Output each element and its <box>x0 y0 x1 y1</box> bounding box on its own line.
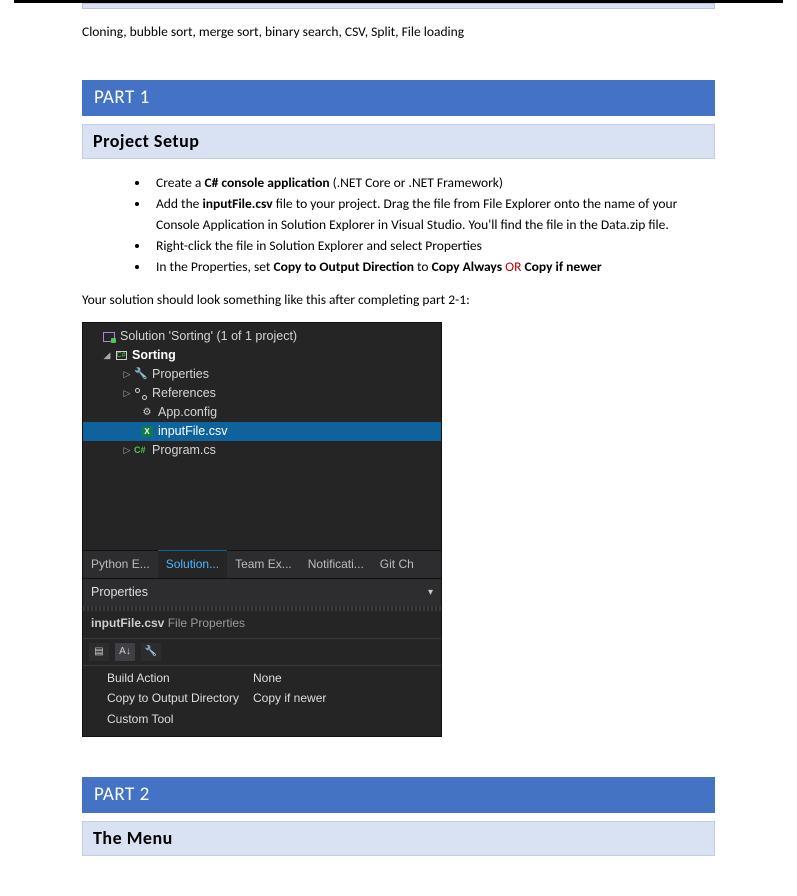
properties-subject-name: inputFile.csv <box>91 616 164 630</box>
chevron-down-icon[interactable]: ▾ <box>428 585 433 601</box>
text: Create a <box>156 174 204 191</box>
solution-icon <box>101 330 117 344</box>
instruction-item: Create a C# console application (.NET Co… <box>150 173 715 193</box>
text: Add the <box>156 195 202 212</box>
tab-python[interactable]: Python E... <box>83 551 158 578</box>
wrench-icon[interactable]: 🔧 <box>141 643 161 661</box>
text-bold: Copy to Output Direction <box>273 258 413 275</box>
property-key: Build Action <box>83 669 253 688</box>
topics-covered-list: Cloning, bubble sort, merge sort, binary… <box>82 23 715 40</box>
text-bold: Copy if newer <box>525 258 602 275</box>
property-value[interactable]: None <box>253 669 282 688</box>
text-bold: C# console application <box>204 174 329 191</box>
references-icon <box>133 387 149 401</box>
properties-title: Properties <box>91 583 148 602</box>
tab-git[interactable]: Git Ch <box>372 551 422 578</box>
csharp-file-icon: C# <box>133 444 149 458</box>
instruction-list: Create a C# console application (.NET Co… <box>82 173 715 277</box>
text-or: OR <box>502 258 524 275</box>
text: to <box>414 258 432 275</box>
project-node[interactable]: ◢ C# Sorting <box>83 346 441 365</box>
note-text: Your solution should look something like… <box>82 291 715 308</box>
properties-node[interactable]: ▷ 🔧 Properties <box>83 365 441 384</box>
property-value[interactable]: Copy if newer <box>253 689 326 708</box>
inputfile-node[interactable]: X inputFile.csv <box>83 422 441 441</box>
wrench-icon: 🔧 <box>133 368 149 382</box>
config-icon: ⚙ <box>139 406 155 420</box>
expand-icon[interactable]: ▷ <box>121 387 133 401</box>
text-bold: Copy Always <box>432 258 503 275</box>
appconfig-node[interactable]: ⚙ App.config <box>83 403 441 422</box>
properties-subject-tail: File Properties <box>164 616 245 630</box>
instruction-item: Add the inputFile.csv file to your proje… <box>150 194 715 235</box>
tab-notifications[interactable]: Notificati... <box>300 551 372 578</box>
node-label: inputFile.csv <box>158 422 227 441</box>
property-grid: Build Action None Copy to Output Directo… <box>83 666 441 736</box>
csharp-project-icon: C# <box>113 349 129 363</box>
programcs-node[interactable]: ▷ C# Program.cs <box>83 441 441 460</box>
project-label: Sorting <box>132 346 176 365</box>
the-menu-bar: The Menu <box>82 821 715 856</box>
properties-title-row: Properties ▾ <box>83 579 441 606</box>
categorize-icon[interactable]: ▤ <box>89 643 109 661</box>
text-bold: inputFile.csv <box>202 195 272 212</box>
property-key: Copy to Output Directory <box>83 689 253 708</box>
node-label: References <box>152 384 216 403</box>
text: (.NET Core or .NET Framework) <box>330 174 503 191</box>
part-2-bar: PART 2 <box>82 777 715 813</box>
topics-covered-header: Topics Covered <box>82 3 715 9</box>
properties-pane: Properties ▾ inputFile.csv File Properti… <box>83 578 441 736</box>
solution-explorer-panel: Solution 'Sorting' (1 of 1 project) ◢ C#… <box>82 322 442 736</box>
instruction-item: In the Properties, set Copy to Output Di… <box>150 257 715 277</box>
property-row[interactable]: Build Action None <box>83 668 441 689</box>
panel-tabs: Python E... Solution... Team Ex... Notif… <box>83 550 441 578</box>
property-key: Custom Tool <box>83 710 253 729</box>
solution-node[interactable]: Solution 'Sorting' (1 of 1 project) <box>83 327 441 346</box>
sort-az-icon[interactable]: A↓ <box>115 643 135 661</box>
collapse-icon[interactable]: ◢ <box>101 349 113 363</box>
properties-subject: inputFile.csv File Properties <box>83 611 441 639</box>
expand-icon[interactable]: ▷ <box>121 368 133 382</box>
node-label: Program.cs <box>152 441 216 460</box>
instruction-item: Right-click the file in Solution Explore… <box>150 236 715 256</box>
property-row[interactable]: Copy to Output Directory Copy if newer <box>83 688 441 709</box>
project-setup-bar: Project Setup <box>82 124 715 159</box>
property-row[interactable]: Custom Tool <box>83 709 441 730</box>
solution-label: Solution 'Sorting' (1 of 1 project) <box>120 327 297 346</box>
node-label: Properties <box>152 365 209 384</box>
tab-solution[interactable]: Solution... <box>158 550 227 578</box>
references-node[interactable]: ▷ References <box>83 384 441 403</box>
part-1-bar: PART 1 <box>82 80 715 116</box>
node-label: App.config <box>158 403 217 422</box>
expand-icon[interactable]: ▷ <box>121 444 133 458</box>
properties-toolbar: ▤ A↓ 🔧 <box>83 639 441 666</box>
text: In the Properties, set <box>156 258 273 275</box>
tab-team[interactable]: Team Ex... <box>227 551 300 578</box>
solution-tree: Solution 'Sorting' (1 of 1 project) ◢ C#… <box>83 323 441 550</box>
excel-icon: X <box>139 425 155 439</box>
